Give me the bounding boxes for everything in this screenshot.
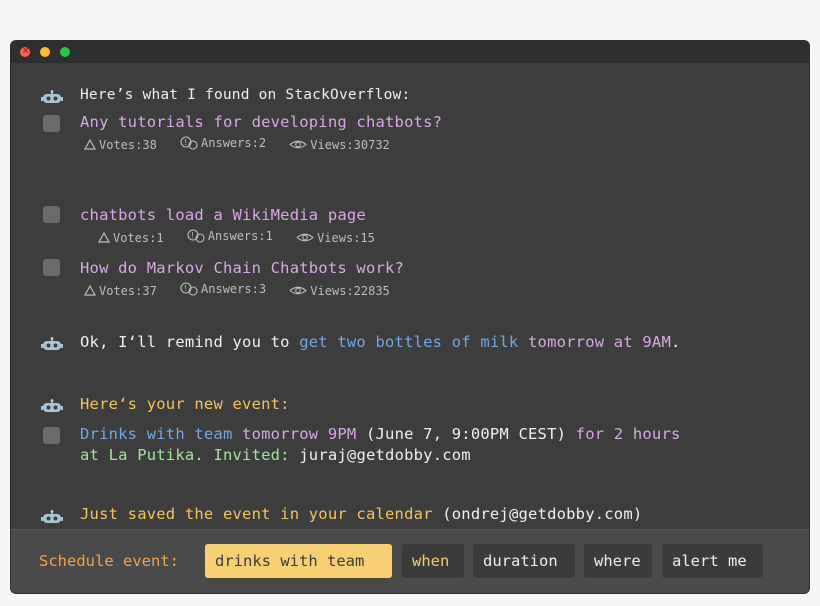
event-details-line2: at La Putika. Invited: juraj@getdobby.co… xyxy=(80,446,471,464)
event-intro: Here‘s your new event: xyxy=(80,395,290,413)
schedule-label: Schedule event: xyxy=(39,552,179,570)
result-checkbox[interactable] xyxy=(43,115,60,132)
saved-calendar-email: (ondrej@getdobby.com) xyxy=(432,505,643,523)
chip-where[interactable]: where xyxy=(584,544,652,578)
views-count: Views:22835 xyxy=(310,283,390,298)
event-location: at La Putika. xyxy=(80,446,204,464)
votes-icon xyxy=(84,285,96,296)
event-invited-email: juraj@getdobby.com xyxy=(289,446,471,464)
bot-avatar-icon xyxy=(41,89,63,103)
answers-icon: ! xyxy=(180,282,198,296)
result-title-link[interactable]: How do Markov Chain Chatbots work? xyxy=(80,259,404,277)
bot-avatar-icon xyxy=(41,398,63,412)
svg-text:!: ! xyxy=(184,138,187,147)
chip-drinks-with-team[interactable]: drinks with team xyxy=(205,544,392,578)
votes-count: Votes:37 xyxy=(99,283,157,298)
result-meta: Votes:38 ! Answers:2 Views:30732 xyxy=(84,136,406,153)
event-details-line1: Drinks with team tomorrow 9PM (June 7, 9… xyxy=(80,425,681,443)
stackoverflow-intro: Here’s what I found on StackOverflow: xyxy=(80,87,411,103)
answers-icon: ! xyxy=(187,229,205,243)
saved-message: Just saved the event in your calendar (o… xyxy=(80,505,642,523)
votes-icon xyxy=(84,139,96,150)
result-title-link[interactable]: chatbots load a WikiMedia page xyxy=(80,206,366,224)
views-count: Views:15 xyxy=(317,230,375,245)
event-checkbox[interactable] xyxy=(43,427,60,444)
saved-text: Just saved the event in your calendar xyxy=(80,505,433,523)
event-title: Drinks with team xyxy=(80,425,233,443)
svg-text:!: ! xyxy=(191,231,194,240)
answers-count: Answers:1 xyxy=(207,229,273,243)
views-icon xyxy=(289,140,308,149)
votes-count: Votes:38 xyxy=(99,137,157,152)
reminder-period: . xyxy=(670,333,681,351)
close-window-button[interactable]: × xyxy=(20,46,30,57)
event-date: (June 7, 9:00PM CEST) xyxy=(356,425,567,443)
event-invited-label: Invited: xyxy=(203,446,290,464)
maximize-window-button[interactable] xyxy=(60,47,70,57)
result-meta: Votes:1 ! Answers:1 Views:15 xyxy=(98,229,391,246)
result-title-link[interactable]: Any tutorials for developing chatbots? xyxy=(80,113,442,131)
result-meta: Votes:37 ! Answers:3 Views:22835 xyxy=(84,282,406,299)
votes-icon xyxy=(98,232,110,243)
close-icon: × xyxy=(22,46,30,56)
reminder-task: get two bottles of milk xyxy=(299,333,519,351)
answers-count: Answers:3 xyxy=(201,282,267,296)
result-checkbox[interactable] xyxy=(43,259,60,276)
views-icon xyxy=(289,286,308,295)
reminder-text: Ok, I‘ll remind you to xyxy=(80,333,300,351)
answers-icon: ! xyxy=(180,136,198,150)
chip-when[interactable]: when xyxy=(402,544,464,578)
chip-alert-me[interactable]: alert me xyxy=(662,544,763,578)
result-checkbox[interactable] xyxy=(43,206,60,223)
schedule-bar: Schedule event: drinks with team when du… xyxy=(11,529,809,593)
reminder-time: tomorrow at 9AM xyxy=(518,333,671,351)
answers-count: Answers:2 xyxy=(201,136,267,150)
chat-content: Here’s what I found on StackOverflow: An… xyxy=(11,63,809,529)
title-bar: × xyxy=(11,41,809,63)
chat-window: × Here’s what I found on StackOverflow: … xyxy=(11,41,809,593)
bot-avatar-icon xyxy=(41,336,63,350)
votes-count: Votes:1 xyxy=(113,230,164,245)
chip-duration[interactable]: duration xyxy=(473,544,575,578)
svg-text:!: ! xyxy=(184,284,187,293)
views-count: Views:30732 xyxy=(310,137,390,152)
views-icon xyxy=(296,233,314,242)
event-duration: for 2 hours xyxy=(566,425,681,443)
minimize-window-button[interactable] xyxy=(40,47,50,57)
bot-avatar-icon xyxy=(41,509,63,523)
reminder-message: Ok, I‘ll remind you to get two bottles o… xyxy=(80,333,681,351)
event-when: tomorrow 9PM xyxy=(232,425,357,443)
